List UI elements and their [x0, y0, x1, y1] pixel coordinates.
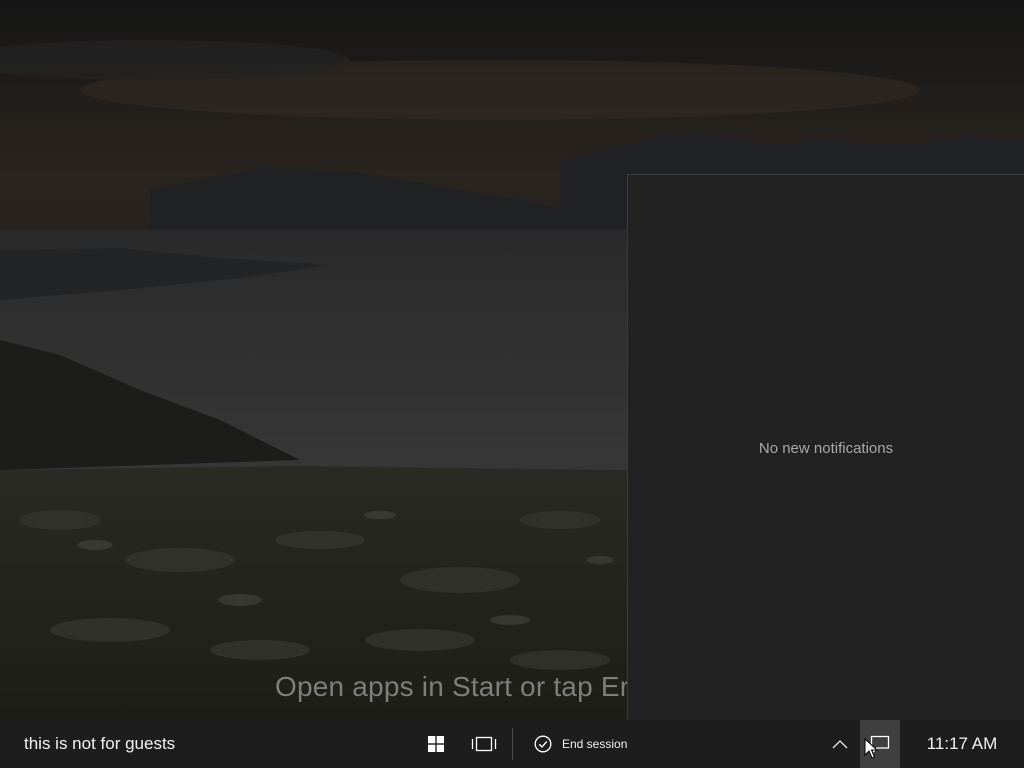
action-center-panel: No new notifications — [627, 174, 1024, 720]
end-session-label: End session — [562, 737, 628, 751]
task-view-button[interactable] — [463, 720, 505, 768]
task-view-icon — [471, 736, 497, 752]
taskbar-session-label: this is not for guests — [24, 734, 176, 753]
taskbar-separator — [512, 728, 513, 760]
end-session-button[interactable]: End session — [524, 720, 637, 768]
show-hidden-icons-button[interactable] — [826, 720, 854, 768]
check-circle-icon — [534, 735, 552, 753]
no-notifications-message: No new notifications — [758, 440, 894, 457]
chevron-up-icon — [832, 740, 848, 749]
start-button[interactable] — [416, 720, 456, 768]
taskbar-clock[interactable]: 11:17 AM — [910, 720, 1014, 768]
windows-logo-icon — [428, 736, 444, 752]
start-hint-text: Open apps in Start or tap Er — [275, 671, 627, 702]
mouse-pointer-icon — [864, 738, 878, 759]
